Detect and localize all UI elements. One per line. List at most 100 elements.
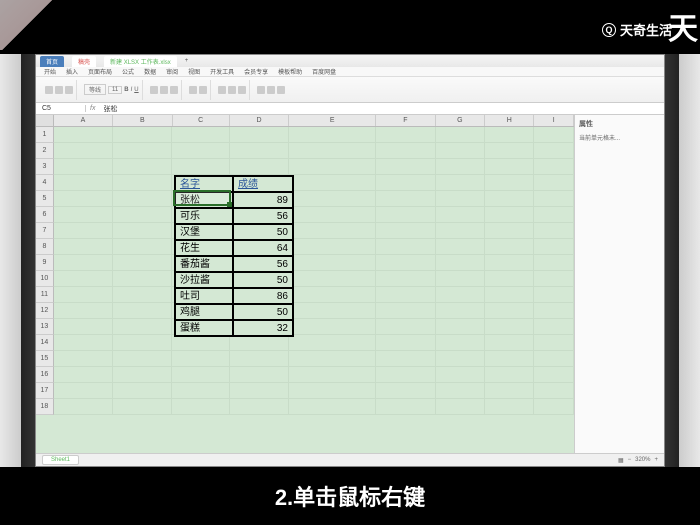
menu-item[interactable]: 视图 [188, 67, 200, 76]
table-cell[interactable]: 89 [233, 192, 293, 208]
cell[interactable] [376, 255, 435, 271]
cell[interactable] [376, 319, 435, 335]
cell[interactable] [485, 207, 534, 223]
cell[interactable] [113, 239, 172, 255]
row-header[interactable]: 7 [36, 223, 54, 239]
font-name[interactable]: 等线 [84, 84, 106, 95]
cell[interactable] [289, 143, 376, 159]
find-icon[interactable] [277, 86, 285, 94]
bold-icon[interactable]: B [124, 87, 128, 93]
cell[interactable] [534, 143, 574, 159]
cell[interactable] [172, 143, 229, 159]
cell[interactable] [534, 367, 574, 383]
cell[interactable] [436, 239, 485, 255]
table-cell[interactable]: 50 [233, 224, 293, 240]
formula-value[interactable]: 张松 [99, 104, 121, 114]
cell[interactable] [534, 175, 574, 191]
cell[interactable] [376, 287, 435, 303]
cell[interactable] [230, 127, 289, 143]
menu-item[interactable]: 会员专享 [244, 67, 268, 76]
cell[interactable] [376, 399, 435, 415]
cell[interactable] [54, 159, 113, 175]
cell[interactable] [534, 303, 574, 319]
table-cell[interactable]: 花生 [175, 240, 233, 256]
font-size[interactable]: 11 [108, 86, 122, 94]
cell[interactable] [54, 367, 113, 383]
cell[interactable] [113, 367, 172, 383]
cell[interactable] [534, 351, 574, 367]
cell[interactable] [485, 223, 534, 239]
cell[interactable] [113, 335, 172, 351]
cell[interactable] [113, 319, 172, 335]
cell[interactable] [534, 255, 574, 271]
cell[interactable] [54, 239, 113, 255]
row-header[interactable]: 12 [36, 303, 54, 319]
tab-docs[interactable]: 稿壳 [72, 56, 96, 67]
spreadsheet-grid[interactable]: ABCDEFGHI 123456789101112131415161718 名字… [36, 115, 574, 453]
cell[interactable] [534, 207, 574, 223]
delete-icon[interactable] [228, 86, 236, 94]
cell[interactable] [485, 159, 534, 175]
cell[interactable] [289, 271, 376, 287]
cell[interactable] [113, 223, 172, 239]
cell[interactable] [485, 399, 534, 415]
row-header[interactable]: 14 [36, 335, 54, 351]
cell[interactable] [436, 207, 485, 223]
format-icon[interactable] [238, 86, 246, 94]
column-header[interactable]: C [173, 115, 230, 126]
cell[interactable] [113, 159, 172, 175]
cell[interactable] [172, 335, 229, 351]
fx-icon[interactable]: fx [86, 105, 99, 112]
cell[interactable] [485, 271, 534, 287]
column-header[interactable]: D [230, 115, 289, 126]
cell[interactable] [113, 175, 172, 191]
cell[interactable] [534, 127, 574, 143]
cell[interactable] [485, 367, 534, 383]
menu-item[interactable]: 模板帮助 [278, 67, 302, 76]
column-header[interactable]: E [289, 115, 376, 126]
align-right-icon[interactable] [170, 86, 178, 94]
cell[interactable] [172, 159, 229, 175]
menu-item[interactable]: 百度网盘 [312, 67, 336, 76]
row-header[interactable]: 9 [36, 255, 54, 271]
cell[interactable] [436, 319, 485, 335]
tab-file[interactable]: 新建 XLSX 工作表.xlsx [104, 56, 177, 67]
menu-item[interactable]: 开发工具 [210, 67, 234, 76]
cell[interactable] [289, 127, 376, 143]
cell[interactable] [113, 303, 172, 319]
cell[interactable] [436, 143, 485, 159]
cell[interactable] [436, 255, 485, 271]
percent-icon[interactable] [199, 86, 207, 94]
cell[interactable] [289, 287, 376, 303]
cell[interactable] [54, 319, 113, 335]
table-cell[interactable]: 蛋糕 [175, 320, 233, 336]
cell[interactable] [376, 143, 435, 159]
cell[interactable] [113, 127, 172, 143]
cell[interactable] [534, 191, 574, 207]
column-header[interactable]: G [436, 115, 485, 126]
zoom-level[interactable]: 320% [635, 457, 650, 463]
table-header[interactable]: 成绩 [233, 176, 293, 192]
menu-item[interactable]: 插入 [66, 67, 78, 76]
cell[interactable] [436, 287, 485, 303]
italic-icon[interactable]: I [131, 87, 133, 93]
cell[interactable] [436, 271, 485, 287]
tab-add[interactable]: + [185, 58, 189, 64]
cell[interactable] [485, 175, 534, 191]
table-header[interactable]: 名字 [175, 176, 233, 192]
cell[interactable] [289, 191, 376, 207]
table-cell[interactable]: 50 [233, 304, 293, 320]
cell[interactable] [485, 239, 534, 255]
cell[interactable] [534, 383, 574, 399]
table-cell[interactable]: 鸡腿 [175, 304, 233, 320]
cell[interactable] [534, 335, 574, 351]
cell[interactable] [534, 287, 574, 303]
sheet-tab[interactable]: Sheet1 [42, 455, 79, 465]
cell[interactable] [54, 335, 113, 351]
cell[interactable] [113, 207, 172, 223]
cell[interactable] [436, 159, 485, 175]
row-header[interactable]: 1 [36, 127, 54, 143]
cell[interactable] [289, 399, 376, 415]
cell[interactable] [230, 143, 289, 159]
cell[interactable] [436, 127, 485, 143]
